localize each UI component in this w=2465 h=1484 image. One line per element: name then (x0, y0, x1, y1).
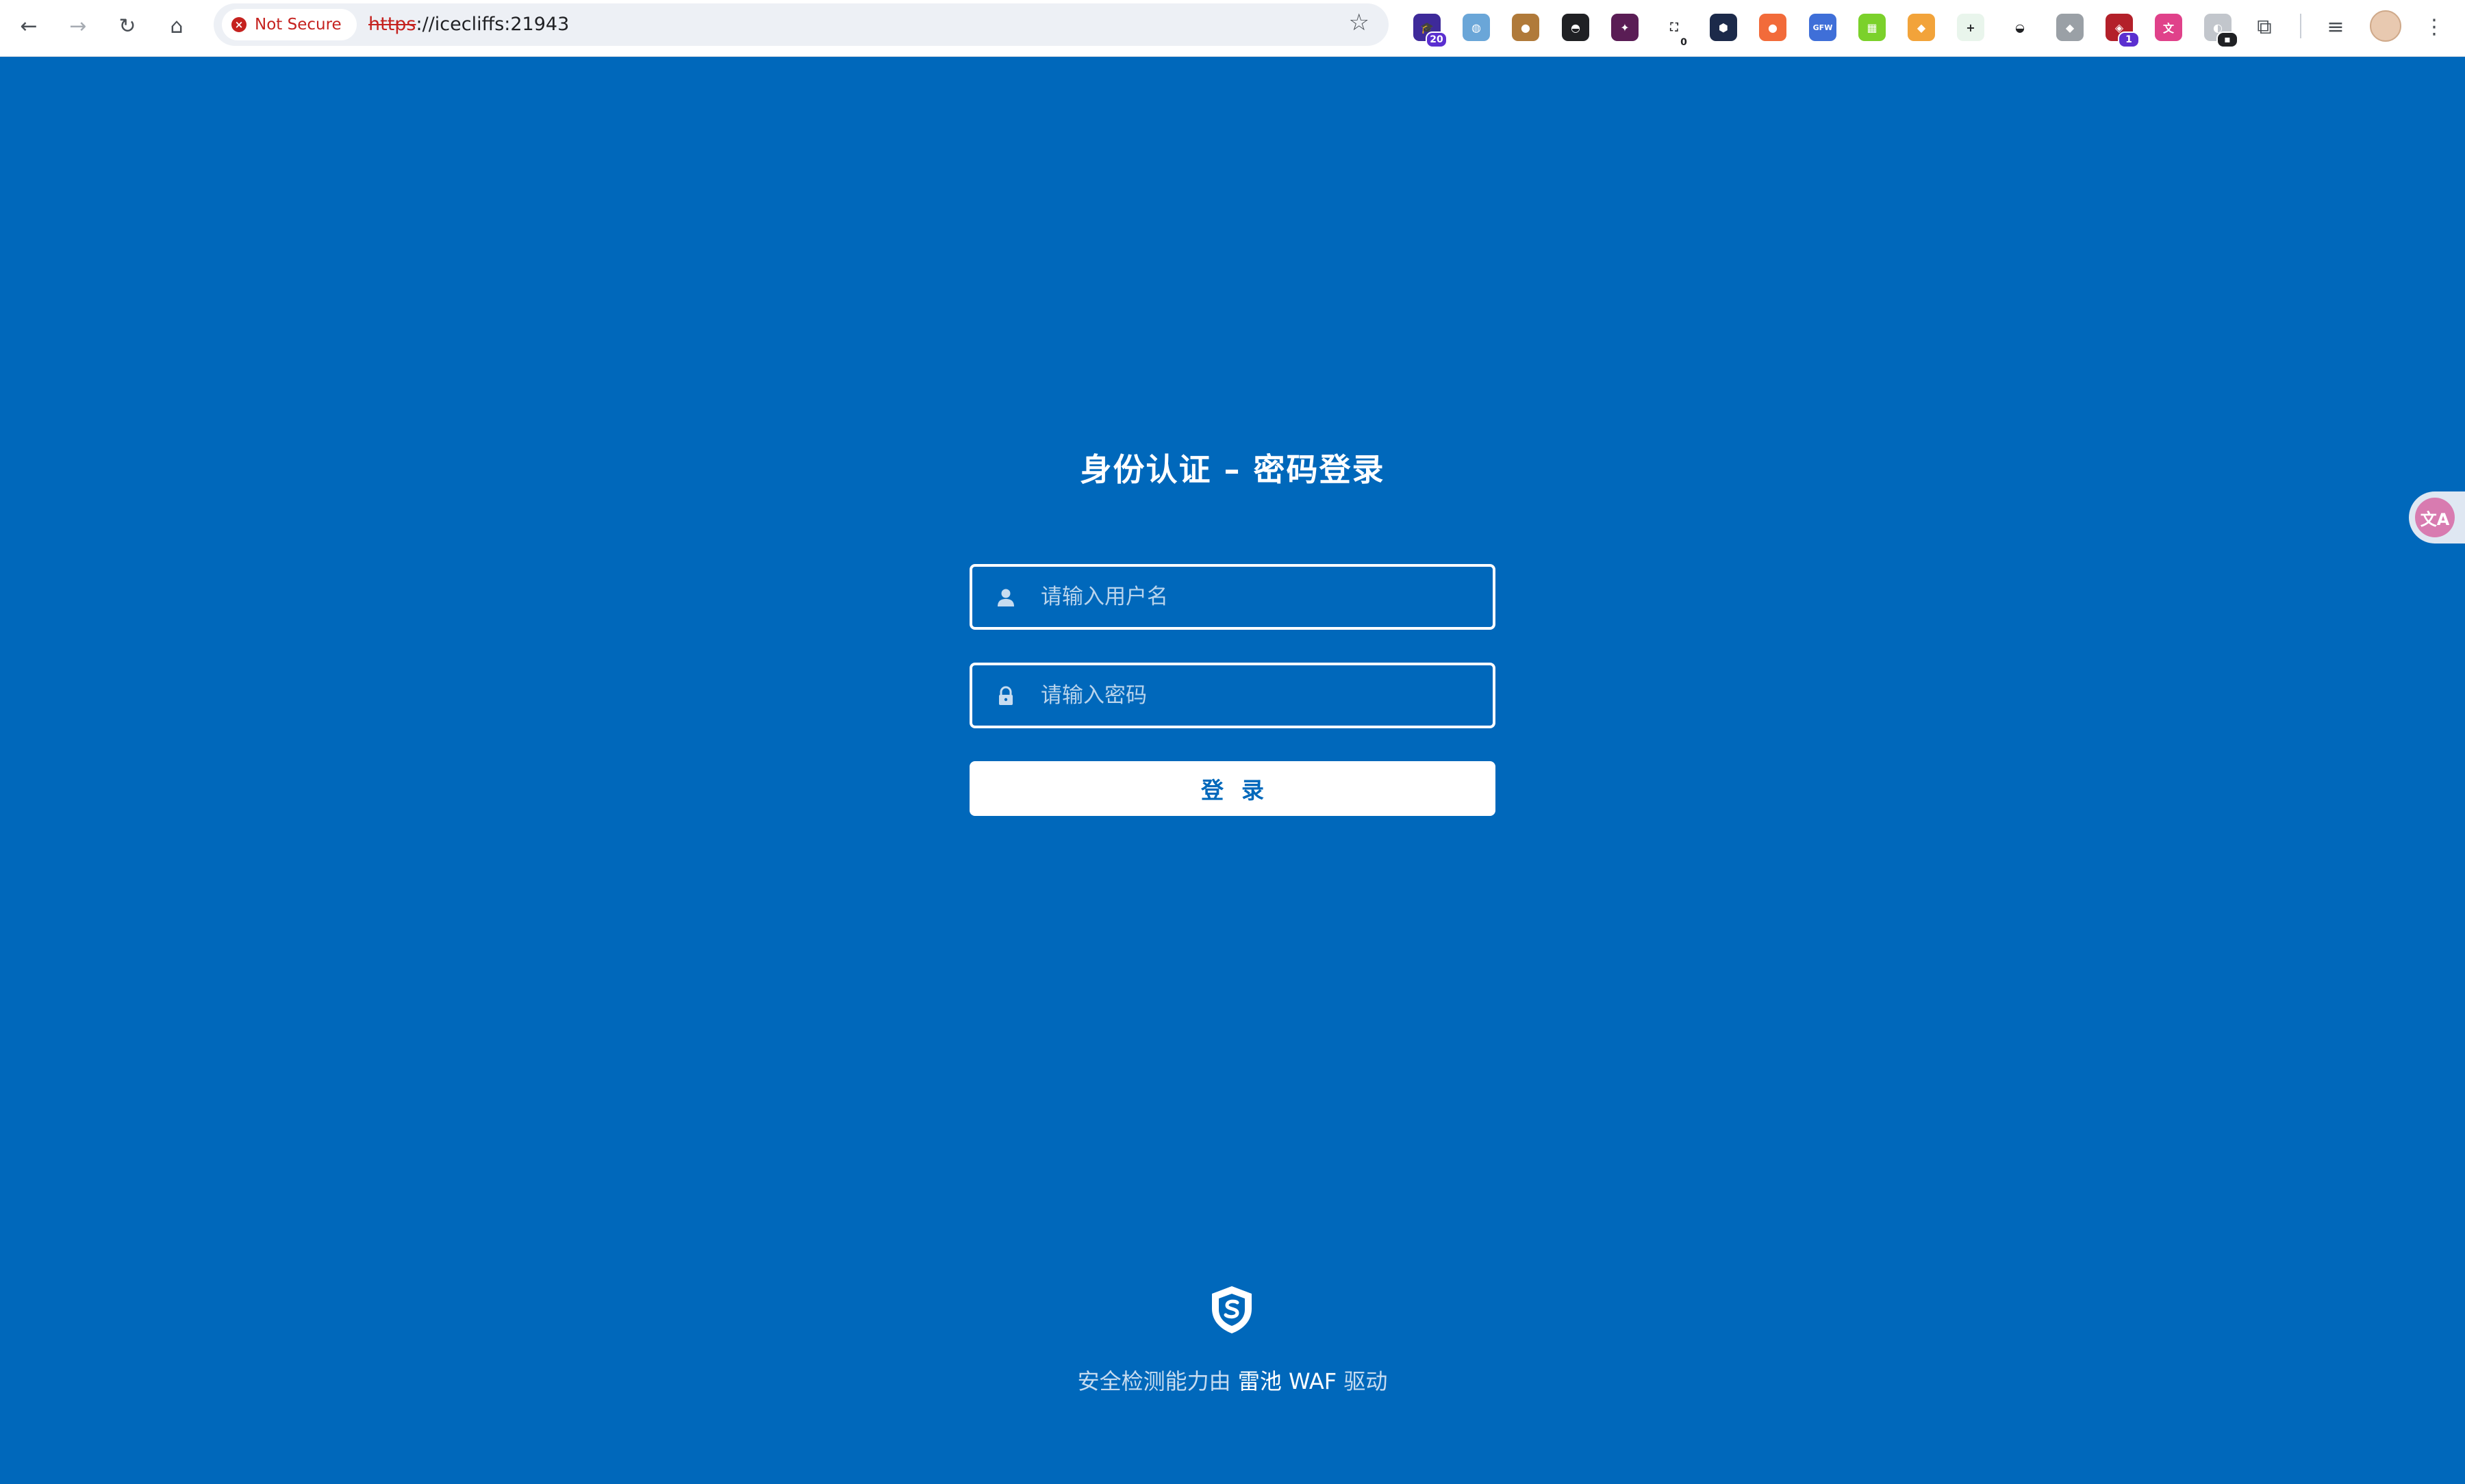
reload-icon: ↻ (118, 14, 136, 38)
green-grid-extension-icon[interactable]: ▦ (1858, 14, 1886, 41)
user-icon (998, 589, 1014, 606)
extension-badge: ▪ (2216, 31, 2238, 48)
password-input[interactable] (1041, 665, 1479, 726)
gfw-extension-icon[interactable]: GFW (1809, 14, 1836, 41)
screenshot-glyph: ⛶ (1670, 21, 1678, 34)
plus-extension-icon[interactable]: + (1957, 14, 1984, 41)
cookie-glyph: ● (1521, 21, 1530, 34)
username-input[interactable] (1041, 567, 1479, 627)
security-chip[interactable]: × Not Secure (222, 9, 357, 40)
mask-extension-icon[interactable]: ◓ (1562, 14, 1589, 41)
powered-prefix: 安全检测能力由 (1077, 1368, 1231, 1394)
back-button[interactable]: ← (11, 9, 47, 44)
plus-glyph: + (1966, 21, 1975, 34)
url-host: ://icecliffs:21943 (416, 14, 570, 35)
hat-glyph: ◒ (2015, 21, 2025, 34)
bookmark-star-icon[interactable]: ☆ (1349, 11, 1369, 34)
purple-square-extension-icon[interactable]: ✦ (1611, 14, 1639, 41)
pink-translate-extension-icon[interactable]: 文 (2155, 14, 2182, 41)
home-icon: ⌂ (170, 14, 184, 38)
fox-glyph: ◆ (1917, 21, 1926, 34)
password-field[interactable] (970, 663, 1495, 728)
extensions-puzzle-icon[interactable]: ⧉ (2249, 11, 2280, 42)
orange-blob-glyph: ● (1768, 21, 1778, 34)
puzzle-gray-extension-icon[interactable]: ◆ (2056, 14, 2084, 41)
security-label: Not Secure (255, 16, 342, 34)
red-shield-extension-icon[interactable]: ◈ 1 (2106, 14, 2140, 48)
lock-icon (999, 686, 1013, 705)
address-bar[interactable]: × Not Secure https://icecliffs:21943 ☆ (214, 3, 1389, 46)
safeline-shield-icon (1212, 1286, 1252, 1333)
reload-button[interactable]: ↻ (110, 9, 145, 44)
url-text[interactable]: https://icecliffs:21943 (368, 14, 569, 35)
puzzle-gray-glyph: ◆ (2065, 21, 2075, 34)
page-title: 身份认证 – 密码登录 (1080, 451, 1385, 488)
mask-glyph: ◓ (1571, 21, 1580, 34)
username-field[interactable] (970, 564, 1495, 630)
not-secure-icon: × (231, 17, 246, 32)
home-button[interactable]: ⌂ (159, 9, 194, 44)
extension-badge: 1 (2118, 31, 2140, 48)
globe-extension-icon[interactable]: ◍ (1463, 14, 1490, 41)
powered-brand-link[interactable]: 雷池 WAF (1238, 1368, 1337, 1394)
purple-square-glyph: ✦ (1620, 21, 1630, 34)
extension-badge: 0 (1680, 37, 1687, 48)
cookie-extension-icon[interactable]: ● (1512, 14, 1539, 41)
powered-suffix: 驱动 (1343, 1368, 1388, 1394)
graduation-cap-extension-icon[interactable]: 🎓 20 (1413, 14, 1448, 48)
dark-hex-glyph: ⬢ (1719, 21, 1728, 34)
pink-translate-glyph: 文 (2162, 22, 2174, 35)
media-queue-icon[interactable]: ≡ (2320, 11, 2351, 42)
screenshot-extension-icon[interactable]: ⛶ 0 (1660, 14, 1688, 48)
globe-glyph: ◍ (1471, 21, 1481, 34)
login-button[interactable]: 登录 (970, 761, 1495, 816)
gfw-glyph: GFW (1812, 23, 1833, 32)
dark-hex-extension-icon[interactable]: ⬢ (1710, 14, 1737, 41)
gray-ext-extension-icon[interactable]: ◐ ▪ (2204, 14, 2238, 48)
forward-button[interactable]: → (60, 9, 96, 44)
url-scheme: https (368, 14, 416, 35)
arrow-right-icon: → (69, 14, 87, 38)
menu-kebab-icon[interactable]: ⋮ (2418, 11, 2450, 42)
hat-extension-icon[interactable]: ◒ (2006, 14, 2034, 41)
browser-toolbar: ← → ↻ ⌂ × Not Secure https://icecliffs:2… (0, 0, 2465, 57)
fox-extension-icon[interactable]: ◆ (1908, 14, 1935, 41)
translate-floating-button[interactable]: 文A (2409, 491, 2465, 543)
extension-badge: 20 (1426, 31, 1448, 48)
translate-icon: 文A (2415, 498, 2455, 537)
toolbar-divider (2300, 14, 2301, 38)
profile-avatar[interactable] (2370, 10, 2401, 42)
arrow-left-icon: ← (20, 14, 38, 38)
green-grid-glyph: ▦ (1867, 21, 1878, 34)
orange-blob-extension-icon[interactable]: ● (1759, 14, 1786, 41)
powered-by-text: 安全检测能力由 雷池 WAF 驱动 (0, 1364, 2465, 1396)
